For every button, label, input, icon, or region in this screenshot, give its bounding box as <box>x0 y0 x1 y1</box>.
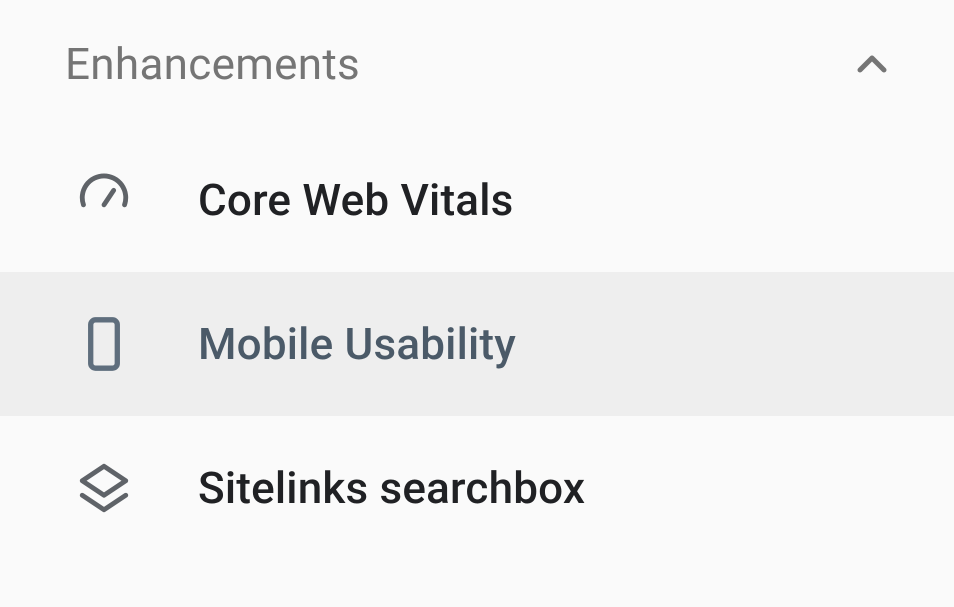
sidebar-item-label: Mobile Usability <box>198 318 516 370</box>
chevron-up-icon <box>848 40 896 88</box>
mobile-icon <box>75 315 133 373</box>
sidebar-item-sitelinks-searchbox[interactable]: Sitelinks searchbox <box>0 416 954 560</box>
section-title: Enhancements <box>65 38 360 90</box>
sidebar-item-label: Core Web Vitals <box>198 174 514 226</box>
sidebar-item-mobile-usability[interactable]: Mobile Usability <box>0 272 954 416</box>
speedometer-icon <box>75 171 133 229</box>
sidebar-item-label: Sitelinks searchbox <box>198 462 585 514</box>
sidebar-item-core-web-vitals[interactable]: Core Web Vitals <box>0 128 954 272</box>
layers-icon <box>75 459 133 517</box>
section-header-enhancements[interactable]: Enhancements <box>0 0 954 128</box>
